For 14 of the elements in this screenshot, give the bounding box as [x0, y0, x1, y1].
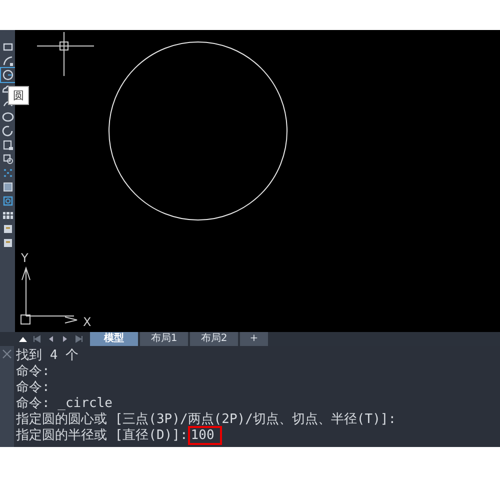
x-axis-label: X — [83, 315, 92, 329]
command-prompt: 指定圆的半径或 [直径(D)]: — [16, 428, 188, 443]
layout-tab[interactable]: 布局1 — [140, 332, 188, 346]
command-line: 命令: _circle — [16, 396, 112, 411]
input-field[interactable]: 100 — [188, 426, 222, 445]
y-axis-label: Y — [21, 251, 28, 265]
layout-tab[interactable]: 布局2 — [190, 332, 238, 346]
command-line: 命令: — [16, 364, 50, 379]
layout-tab[interactable]: 模型 — [90, 332, 138, 346]
command-line: 指定圆的圆心或 [三点(3P)/两点(2P)/切点、切点、半径(T)]: — [16, 412, 396, 427]
command-line: 命令: — [16, 380, 50, 395]
command-line: 找到 4 个 — [16, 348, 78, 363]
tooltip: 圆 — [8, 86, 29, 105]
layout-tab[interactable]: + — [240, 332, 268, 346]
